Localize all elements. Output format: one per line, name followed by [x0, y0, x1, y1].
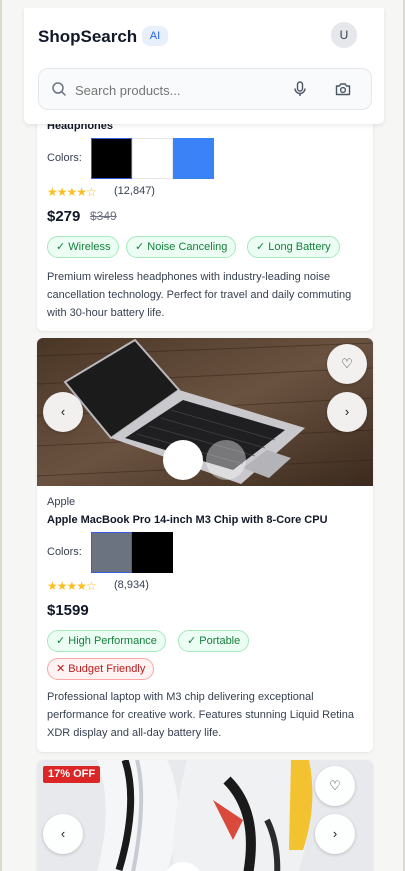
product-image-sneakers[interactable]: 17% OFF ♡ ‹ › [37, 760, 373, 871]
color-swatch-blue[interactable] [173, 138, 214, 179]
color-swatch-gray[interactable] [91, 532, 132, 573]
carousel-dot[interactable] [206, 440, 246, 480]
product-image-laptop[interactable]: ‹ › ♡ [37, 338, 373, 486]
colors-label: Colors: [47, 152, 82, 164]
feature-tag: ✓ Long Battery [247, 236, 340, 258]
app-header: ShopSearch AI U [24, 8, 384, 124]
review-count: (8,934) [114, 579, 149, 591]
color-swatch-black[interactable] [132, 532, 173, 573]
rating-stars: ★★★★☆ [47, 579, 97, 593]
favorite-button[interactable]: ♡ [327, 344, 367, 384]
microphone-icon[interactable] [293, 81, 307, 97]
color-swatch-black[interactable] [91, 138, 132, 179]
color-swatch-white[interactable] [132, 138, 173, 179]
laptop-image [37, 338, 373, 486]
feature-tag: ✓ Wireless [47, 236, 120, 258]
product-card[interactable]: 17% OFF ♡ ‹ › [37, 760, 373, 871]
price: $279 [47, 208, 81, 225]
avatar[interactable]: U [331, 22, 357, 48]
feature-tag: ✓ Portable [178, 630, 250, 652]
next-image-button[interactable]: › [327, 392, 367, 432]
prev-image-button[interactable]: ‹ [43, 814, 83, 854]
next-image-button[interactable]: › [315, 814, 355, 854]
feature-tag: ✓ High Performance [47, 630, 166, 652]
search-icon [52, 82, 66, 96]
feature-tag: ✓ Noise Canceling [126, 236, 237, 258]
search-bar [38, 68, 372, 110]
brand-title: ShopSearch [38, 27, 138, 46]
app-screen: ShopSearch AI U Headphones Colors: [0, 0, 405, 871]
prev-image-button[interactable]: ‹ [43, 392, 83, 432]
product-description: Professional laptop with M3 chip deliver… [47, 691, 354, 739]
original-price: $349 [90, 209, 117, 223]
camera-icon[interactable] [335, 81, 351, 97]
missing-feature-tag: ✕ Budget Friendly [47, 658, 155, 680]
search-input[interactable] [75, 79, 285, 101]
rating-stars: ★★★★☆ [47, 185, 97, 199]
product-card[interactable]: ‹ › ♡ Apple Apple MacBook Pro 14-inch M3… [37, 338, 373, 752]
product-description: Premium wireless headphones with industr… [47, 271, 352, 319]
favorite-button[interactable]: ♡ [315, 766, 355, 806]
discount-badge: 17% OFF [43, 766, 101, 783]
ai-badge: AI [142, 26, 168, 46]
product-title[interactable]: Apple MacBook Pro 14-inch M3 Chip with 8… [47, 514, 328, 526]
price: $1599 [47, 602, 89, 619]
review-count: (12,847) [114, 185, 155, 197]
carousel-dot-active[interactable] [163, 440, 203, 480]
product-brand: Apple [47, 496, 76, 508]
colors-label: Colors: [47, 546, 82, 558]
